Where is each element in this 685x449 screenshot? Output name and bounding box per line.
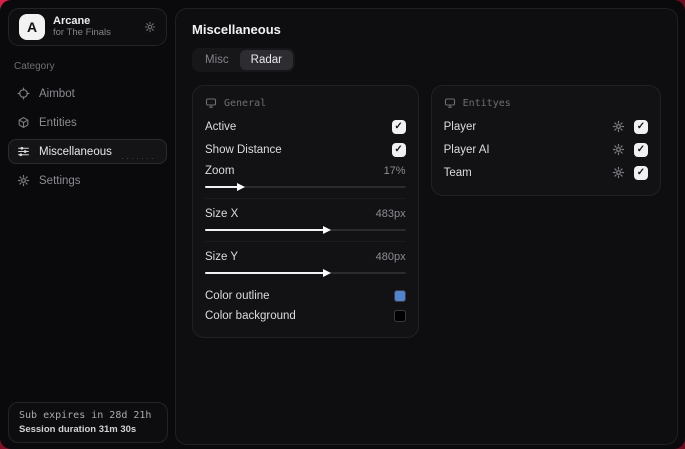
toggle-row-show-distance: Show Distance ✓ <box>205 138 406 161</box>
show-distance-checkbox[interactable]: ✓ <box>391 142 406 157</box>
entity-label: Team <box>443 166 472 179</box>
team-checkbox[interactable]: ✓ <box>634 165 648 180</box>
slider-fill <box>205 229 326 231</box>
slider-label: Zoom <box>205 165 235 177</box>
slider-value: 480px <box>375 251 406 263</box>
entity-row-team: Team ✓ <box>444 161 648 184</box>
entity-label: Player AI <box>443 143 490 156</box>
slider-thumb[interactable] <box>237 183 246 191</box>
content-area: General Active ✓ Show Distance ✓ Zoom 17… <box>192 85 661 338</box>
box-icon <box>17 116 30 129</box>
toggle-label: Active <box>205 120 237 133</box>
slider-group-size-y: Size Y 480px <box>205 247 406 284</box>
slider-thumb[interactable] <box>323 269 332 277</box>
sidebar-item-aimbot[interactable]: Aimbot <box>8 81 167 106</box>
active-checkbox[interactable]: ✓ <box>391 119 406 134</box>
tab-misc[interactable]: Misc <box>194 50 240 70</box>
app-subtitle: for The Finals <box>53 26 111 38</box>
color-row-outline: Color outline <box>205 286 406 306</box>
general-panel: General Active ✓ Show Distance ✓ Zoom 17… <box>192 85 419 338</box>
monitor-icon <box>444 97 456 109</box>
team-settings-gear-icon[interactable] <box>612 166 625 179</box>
brand-settings-gear-icon[interactable] <box>144 21 156 33</box>
session-duration-text: Session duration 31m 30s <box>19 424 137 435</box>
slider-group-zoom: Zoom 17% <box>205 161 406 199</box>
size-y-slider[interactable] <box>205 269 406 277</box>
toggle-label: Show Distance <box>205 143 282 156</box>
entity-row-player: Player ✓ <box>444 115 648 138</box>
outline-color-swatch[interactable] <box>393 290 406 302</box>
subscription-card: Sub expires in 28d 21h Session duration … <box>8 402 168 443</box>
slider-fill <box>205 186 240 188</box>
color-label: Color background <box>205 310 296 322</box>
monitor-icon <box>205 97 217 109</box>
sidebar-item-settings[interactable]: Settings <box>8 168 167 193</box>
category-label: Category <box>14 61 55 72</box>
size-x-slider[interactable] <box>205 226 406 234</box>
entity-label: Player <box>443 120 477 133</box>
player-checkbox[interactable]: ✓ <box>634 119 648 134</box>
slider-value: 483px <box>375 208 406 220</box>
slider-group-size-x: Size X 483px <box>205 204 406 242</box>
slider-label: Size X <box>205 208 239 220</box>
slider-label: Size Y <box>205 251 239 263</box>
tab-radar[interactable]: Radar <box>239 50 293 70</box>
toggle-row-active: Active ✓ <box>205 115 406 138</box>
sidebar-item-label: Entities <box>39 116 77 129</box>
gear-icon <box>17 174 30 187</box>
desktop-backdrop: A Arcane for The Finals Category Aimbot <box>0 0 685 449</box>
tab-bar: Misc Radar <box>192 48 295 72</box>
slider-fill <box>205 272 326 274</box>
player-ai-settings-gear-icon[interactable] <box>612 143 625 156</box>
app-logo: A <box>19 14 45 40</box>
page-title: Miscellaneous <box>192 22 281 37</box>
sidebar-item-entities[interactable]: Entities <box>8 110 167 135</box>
color-label: Color outline <box>205 290 270 302</box>
crosshair-icon <box>17 87 30 100</box>
player-settings-gear-icon[interactable] <box>612 120 625 133</box>
entities-panel-title: Entityes <box>462 97 511 109</box>
sliders-icon <box>17 145 30 158</box>
slider-thumb[interactable] <box>323 226 332 234</box>
zoom-slider[interactable] <box>205 183 406 191</box>
entities-panel: Entityes Player ✓ Player AI ✓ Team ✓ <box>430 85 661 196</box>
sidebar-item-label: Miscellaneous <box>39 145 112 158</box>
brand-card: A Arcane for The Finals <box>8 8 167 46</box>
sidebar: A Arcane for The Finals Category Aimbot <box>0 0 175 449</box>
slider-value: 17% <box>383 165 406 177</box>
sidebar-nav: Aimbot Entities Miscellaneous ······· Se… <box>8 81 167 193</box>
entity-row-player-ai: Player AI ✓ <box>444 138 648 161</box>
decorative-dots: ······· <box>121 153 156 163</box>
color-row-background: Color background <box>205 306 406 326</box>
player-ai-checkbox[interactable]: ✓ <box>634 142 648 157</box>
app-window: A Arcane for The Finals Category Aimbot <box>0 0 685 449</box>
app-title: Arcane <box>53 15 91 28</box>
main-panel: Miscellaneous Misc Radar General Active … <box>175 8 678 445</box>
sidebar-item-label: Settings <box>39 174 81 187</box>
sub-expiry-text: Sub expires in 28d 21h <box>19 410 152 421</box>
general-panel-title: General <box>224 97 267 109</box>
sidebar-item-miscellaneous[interactable]: Miscellaneous ······· <box>8 139 167 164</box>
sidebar-item-label: Aimbot <box>39 87 75 100</box>
background-color-swatch[interactable] <box>393 310 406 322</box>
